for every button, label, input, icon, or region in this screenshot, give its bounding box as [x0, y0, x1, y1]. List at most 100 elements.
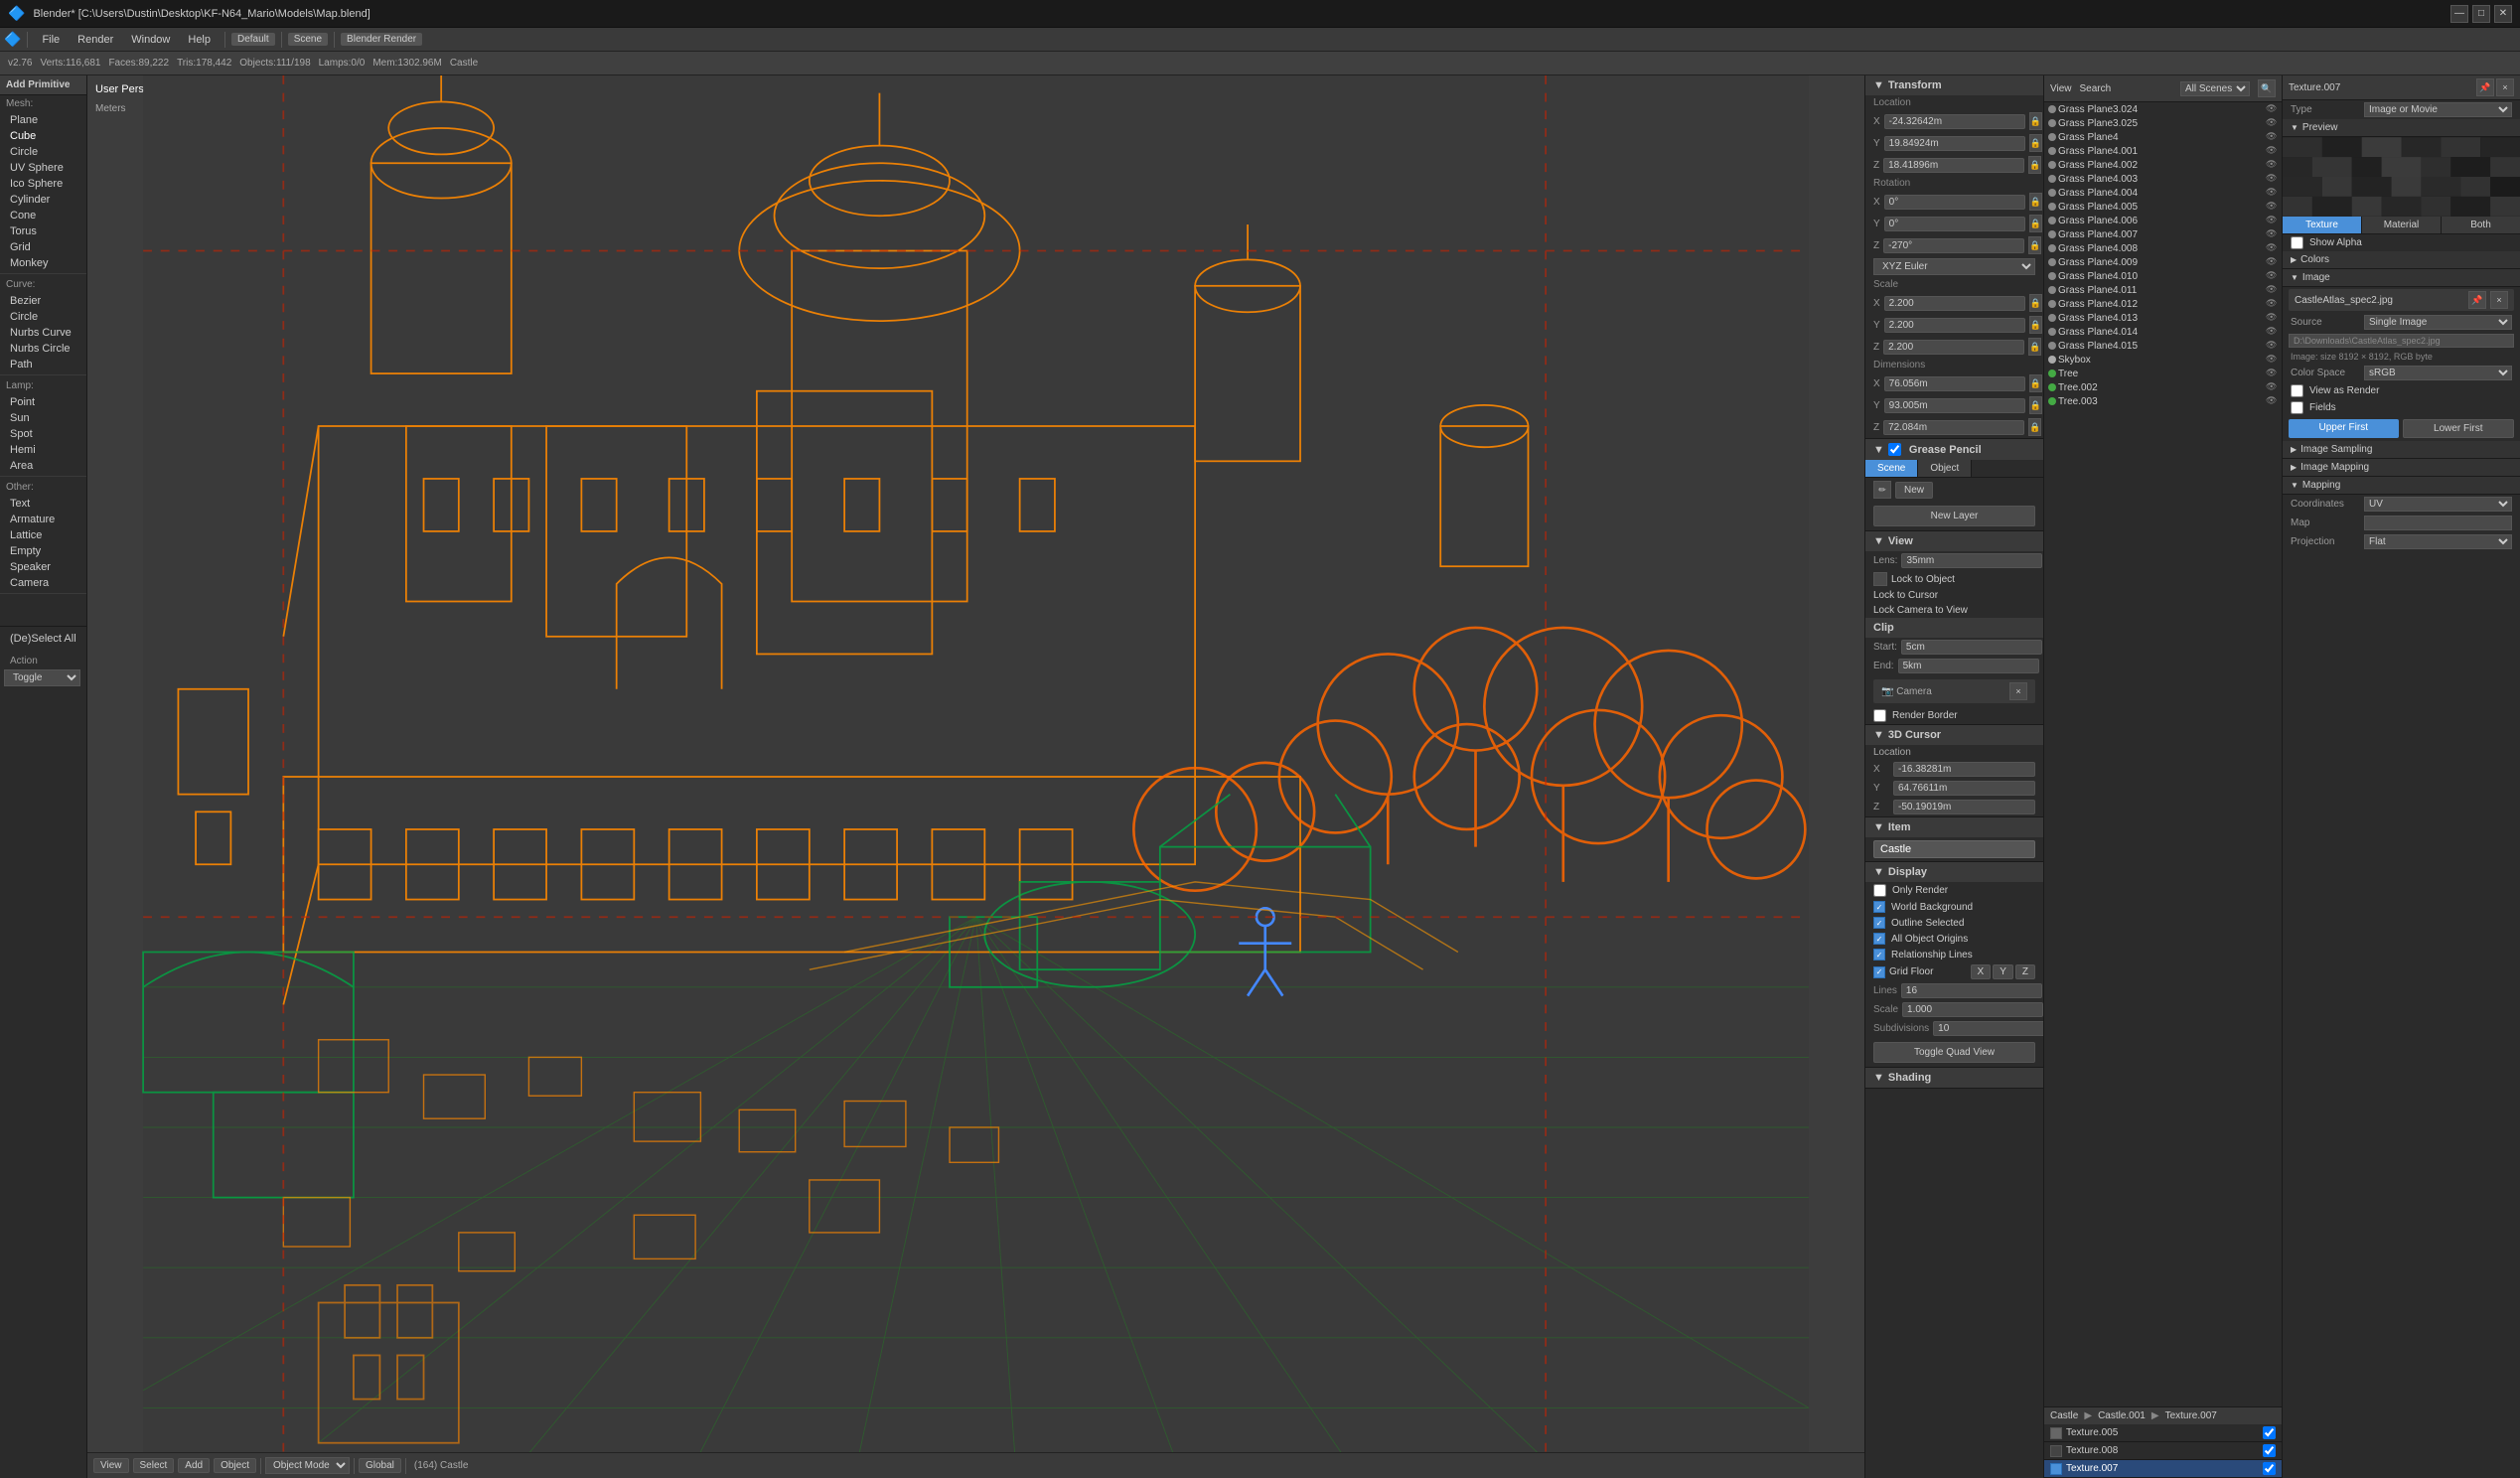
texture-item-1[interactable]: Texture.005: [2044, 1424, 2282, 1442]
object-menu[interactable]: Object: [214, 1458, 256, 1473]
lock-dz-btn[interactable]: 🔒: [2028, 418, 2041, 436]
menu-help[interactable]: Help: [180, 32, 219, 48]
colors-collapse[interactable]: ▶ Colors: [2283, 251, 2520, 269]
grid-x-btn[interactable]: X: [1971, 964, 1992, 979]
mesh-grid[interactable]: Grid: [0, 239, 86, 255]
outliner-item-grass12[interactable]: Grass Plane4.009 👁: [2044, 255, 2282, 269]
texture-item-2[interactable]: Texture.008: [2044, 1442, 2282, 1460]
source-select[interactable]: Single Image: [2364, 315, 2512, 330]
image-mapping-collapse[interactable]: ▶ Image Mapping: [2283, 459, 2520, 477]
outline-checkbox[interactable]: [1873, 917, 1885, 929]
outliner-item-grass1[interactable]: Grass Plane3.024 👁: [2044, 102, 2282, 116]
display-header[interactable]: ▼ Display: [1865, 862, 2043, 882]
lock-rz-btn[interactable]: 🔒: [2028, 236, 2041, 254]
clip-start-input[interactable]: [1901, 640, 2042, 655]
transform-header[interactable]: ▼ Transform: [1865, 75, 2043, 95]
toggle-quad-btn[interactable]: Toggle Quad View: [1873, 1042, 2035, 1063]
cursor-x-input[interactable]: [1893, 762, 2035, 777]
deselect-all[interactable]: (De)Select All: [6, 631, 80, 647]
show-alpha-checkbox[interactable]: [2291, 236, 2303, 249]
other-lattice[interactable]: Lattice: [0, 527, 86, 543]
outliner-item-grass2[interactable]: Grass Plane3.025 👁: [2044, 116, 2282, 130]
lock-sz-btn[interactable]: 🔒: [2028, 338, 2041, 356]
rotation-y-input[interactable]: [1884, 217, 2025, 231]
curve-circle[interactable]: Circle: [0, 309, 86, 325]
both-tab-btn[interactable]: Both: [2442, 217, 2520, 233]
curve-nurbs-circle[interactable]: Nurbs Circle: [0, 341, 86, 357]
mesh-circle[interactable]: Circle: [0, 144, 86, 160]
material-tab-btn[interactable]: Material: [2362, 217, 2442, 233]
location-x-input[interactable]: [1884, 114, 2025, 129]
mesh-cube[interactable]: Cube: [0, 128, 86, 144]
outliner-item-grass4[interactable]: Grass Plane4.001 👁: [2044, 144, 2282, 158]
type-select[interactable]: Image or Movie: [2364, 102, 2512, 117]
view-header[interactable]: ▼ View: [1865, 531, 2043, 551]
curve-nurbs[interactable]: Nurbs Curve: [0, 325, 86, 341]
item-name-input[interactable]: [1873, 840, 2035, 858]
image-collapse[interactable]: ▼ Image: [2283, 269, 2520, 287]
mesh-ico-sphere[interactable]: Ico Sphere: [0, 176, 86, 192]
menu-file[interactable]: File: [34, 32, 68, 48]
lock-dy-btn[interactable]: 🔒: [2029, 396, 2042, 414]
world-bg-checkbox[interactable]: [1873, 901, 1885, 913]
mode-select[interactable]: Object Mode: [265, 1457, 350, 1474]
outliner-item-grass13[interactable]: Grass Plane4.010 👁: [2044, 269, 2282, 283]
outliner-item-grass10[interactable]: Grass Plane4.007 👁: [2044, 227, 2282, 241]
colorspace-select[interactable]: sRGB: [2364, 366, 2512, 380]
add-menu[interactable]: Add: [178, 1458, 210, 1473]
outliner-item-tree2[interactable]: Tree.002 👁: [2044, 380, 2282, 394]
outliner-item-grass5[interactable]: Grass Plane4.002 👁: [2044, 158, 2282, 172]
scale-x-input[interactable]: [1884, 296, 2025, 311]
view-as-render-checkbox[interactable]: [2291, 384, 2303, 397]
mesh-cylinder[interactable]: Cylinder: [0, 192, 86, 208]
other-armature[interactable]: Armature: [0, 512, 86, 527]
mesh-uv-sphere[interactable]: UV Sphere: [0, 160, 86, 176]
action-select[interactable]: Toggle: [4, 669, 80, 686]
gp-scene-tab[interactable]: Scene: [1865, 460, 1918, 477]
image-close-btn[interactable]: ×: [2490, 291, 2508, 309]
lock-ry-btn[interactable]: 🔒: [2029, 215, 2042, 232]
lamp-point[interactable]: Point: [0, 394, 86, 410]
engine-badge[interactable]: Blender Render: [341, 33, 422, 46]
mesh-plane[interactable]: Plane: [0, 112, 86, 128]
lock-y-btn[interactable]: 🔒: [2029, 134, 2042, 152]
new-layer-btn[interactable]: New Layer: [1873, 506, 2035, 526]
texture-item-3-active[interactable]: Texture.007: [2044, 1460, 2282, 1478]
lock-x-btn[interactable]: 🔒: [2029, 112, 2042, 130]
select-menu[interactable]: Select: [133, 1458, 175, 1473]
outliner-item-skybox[interactable]: Skybox 👁: [2044, 353, 2282, 367]
scale-input[interactable]: [1902, 1002, 2043, 1017]
minimize-button[interactable]: —: [2450, 5, 2468, 23]
outliner-item-grass7[interactable]: Grass Plane4.004 👁: [2044, 186, 2282, 200]
texture-tab-btn[interactable]: Texture: [2283, 217, 2362, 233]
gp-new-btn[interactable]: New: [1895, 482, 1933, 499]
mapping-collapse[interactable]: ▼ Mapping: [2283, 477, 2520, 495]
render-border-checkbox[interactable]: [1873, 709, 1886, 722]
dim-x-input[interactable]: [1884, 376, 2025, 391]
mesh-monkey[interactable]: Monkey: [0, 255, 86, 271]
map-input[interactable]: [2364, 516, 2512, 530]
mesh-torus[interactable]: Torus: [0, 223, 86, 239]
menu-window[interactable]: Window: [123, 32, 178, 48]
tex-visible-checkbox[interactable]: [2263, 1444, 2276, 1457]
only-render-checkbox[interactable]: [1873, 884, 1886, 897]
outliner-item-grass11[interactable]: Grass Plane4.008 👁: [2044, 241, 2282, 255]
outliner-item-tree1[interactable]: Tree 👁: [2044, 367, 2282, 380]
lamp-spot[interactable]: Spot: [0, 426, 86, 442]
cursor-header[interactable]: ▼ 3D Cursor: [1865, 725, 2043, 745]
path-input[interactable]: [2289, 334, 2514, 348]
grid-y-btn[interactable]: Y: [1993, 964, 2013, 979]
tex-prop-close[interactable]: ×: [2496, 78, 2514, 96]
lower-first-btn[interactable]: Lower First: [2403, 419, 2515, 438]
layout-badge[interactable]: Default: [231, 33, 275, 46]
cursor-z-input[interactable]: [1893, 800, 2035, 814]
maximize-button[interactable]: □: [2472, 5, 2490, 23]
relationship-checkbox[interactable]: [1873, 949, 1885, 961]
lock-dx-btn[interactable]: 🔒: [2029, 374, 2042, 392]
item-header[interactable]: ▼ Item: [1865, 817, 2043, 837]
projection-select[interactable]: Flat: [2364, 534, 2512, 549]
gp-object-tab[interactable]: Object: [1918, 460, 1972, 477]
coordinates-select[interactable]: UV: [2364, 497, 2512, 512]
lock-sy-btn[interactable]: 🔒: [2029, 316, 2042, 334]
scene-badge[interactable]: Scene: [288, 33, 328, 46]
